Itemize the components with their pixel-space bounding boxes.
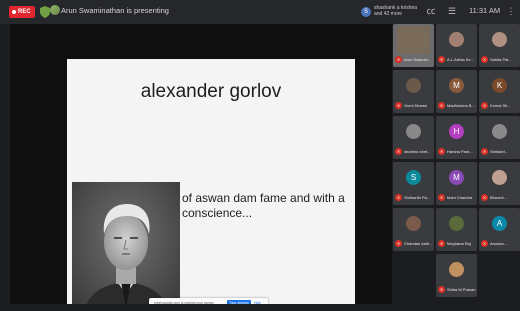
participant-name: Bhoomi... [490,195,507,200]
mic-muted-icon: ✕ [438,56,445,63]
participant-avatar: K [492,78,507,93]
participant-avatar [406,78,421,93]
participant-avatar: M [449,170,464,185]
mic-muted-icon: ✕ [395,102,402,109]
mic-muted-icon: ✕ [481,240,488,247]
participant-tile[interactable]: S ✕ Shrikanth Pa... [393,162,434,205]
chip-avatar: S [361,7,371,17]
participant-tile[interactable]: ✕ A.L.Arthia Se... [436,24,477,67]
more-options-icon[interactable]: ⋮ [505,5,517,17]
participant-name: Sahita Pal... [490,57,512,62]
participant-avatar [449,32,464,47]
participant-name: Komal Sh... [490,103,511,108]
participant-name: Meghana Raj [447,241,471,246]
participant-avatar: H [449,124,464,139]
participant-grid: ✕ Arun Swamin... ✕ A.L.Arthia Se... ✕ Sahita … [393,24,520,311]
recording-badge: REC [9,6,35,18]
participant-name: Shrikanth Pa... [404,195,431,200]
participant-tile[interactable]: M ✕ Mani Chandra [436,162,477,205]
participant-avatar [449,262,464,277]
captions-icon[interactable]: ㏄ [425,5,437,17]
participant-avatar [449,216,464,231]
participant-tile[interactable]: ✕ Shrikant... [479,116,520,159]
participant-avatar: S [406,170,421,185]
participants-chip[interactable]: S shashank a krishna and 42 more [361,4,419,20]
participant-tile[interactable]: ✕ Arun Swamin... [393,24,434,67]
participant-name: shubhra shet... [404,149,431,154]
participant-avatar: M [449,78,464,93]
participant-avatar [492,124,507,139]
mic-muted-icon: ✕ [481,194,488,201]
presenter-avatar [50,5,60,15]
participant-tile[interactable]: ✕ Bhoomi... [479,162,520,205]
participant-name: Chandan Asth... [404,241,433,246]
participant-tile[interactable]: ✕ Sahita Pal... [479,24,520,67]
slide-body: of aswan dam fame and with a conscience.… [182,191,345,220]
clock-time: 11:31 AM [469,6,501,15]
mic-muted-icon: ✕ [395,148,402,155]
participant-tile[interactable]: M ✕ Madhukima B... [436,70,477,113]
mic-muted-icon: ✕ [481,56,488,63]
participant-avatar [406,216,421,231]
mic-muted-icon: ✕ [438,102,445,109]
participant-tile[interactable]: ✕ Chandan Asth... [393,208,434,251]
slide-title: alexander gorlov [140,81,282,102]
mic-muted-icon: ✕ [395,56,402,63]
mic-muted-icon: ✕ [395,194,402,201]
participant-name: Madhukima B... [447,103,475,108]
participant-tile[interactable]: A ✕ Anusha... [479,208,520,251]
participant-name: Gumi Dinesh [404,103,428,108]
mic-muted-icon: ✕ [438,148,445,155]
chip-text: shashank a krishna and 42 more [374,5,418,17]
participant-tile[interactable]: ✕ Meghana Raj [436,208,477,251]
participant-name: Anusha... [490,241,507,246]
presenting-status: Arun Swaminathan is presenting [61,6,169,15]
mic-muted-icon: ✕ [438,286,445,293]
mic-muted-icon: ✕ [395,240,402,247]
portrait-photo [72,182,180,311]
participant-name: Harsha Pant... [447,149,473,154]
chat-icon[interactable]: ☰ [446,5,458,17]
shared-screen-area: alexander gorlov of aswan dam fame and w… [10,24,392,311]
record-dot-icon [12,10,16,14]
participant-name: Shrikant... [490,149,509,154]
participant-name: A.L.Arthia Se... [447,57,474,62]
recording-label: REC [18,9,31,15]
participant-avatar [397,26,430,54]
mic-muted-icon: ✕ [481,102,488,109]
participant-tile[interactable]: ✕ Gumi Dinesh [393,70,434,113]
participant-avatar [492,170,507,185]
participant-tile[interactable]: H ✕ Harsha Pant... [436,116,477,159]
meet-window: REC Arun Swaminathan is presenting S sha… [0,0,520,311]
participant-name: Arun Swamin... [404,57,432,62]
mic-muted-icon: ✕ [481,148,488,155]
bottom-strip [10,304,392,311]
participant-avatar: A [492,216,507,231]
participant-avatar [406,124,421,139]
presentation-slide: alexander gorlov of aswan dam fame and w… [67,59,355,311]
participant-name: Mani Chandra [447,195,473,200]
participant-avatar [492,32,507,47]
participant-name: Shiba M Prasan... [447,287,477,292]
mic-muted-icon: ✕ [438,240,445,247]
top-bar: REC Arun Swaminathan is presenting S sha… [0,0,520,24]
shield-icon [40,6,50,18]
mic-muted-icon: ✕ [438,194,445,201]
participant-tile[interactable]: ✕ Shiba M Prasan... [436,254,477,297]
participant-tile[interactable]: K ✕ Komal Sh... [479,70,520,113]
participant-tile[interactable]: ✕ shubhra shet... [393,116,434,159]
